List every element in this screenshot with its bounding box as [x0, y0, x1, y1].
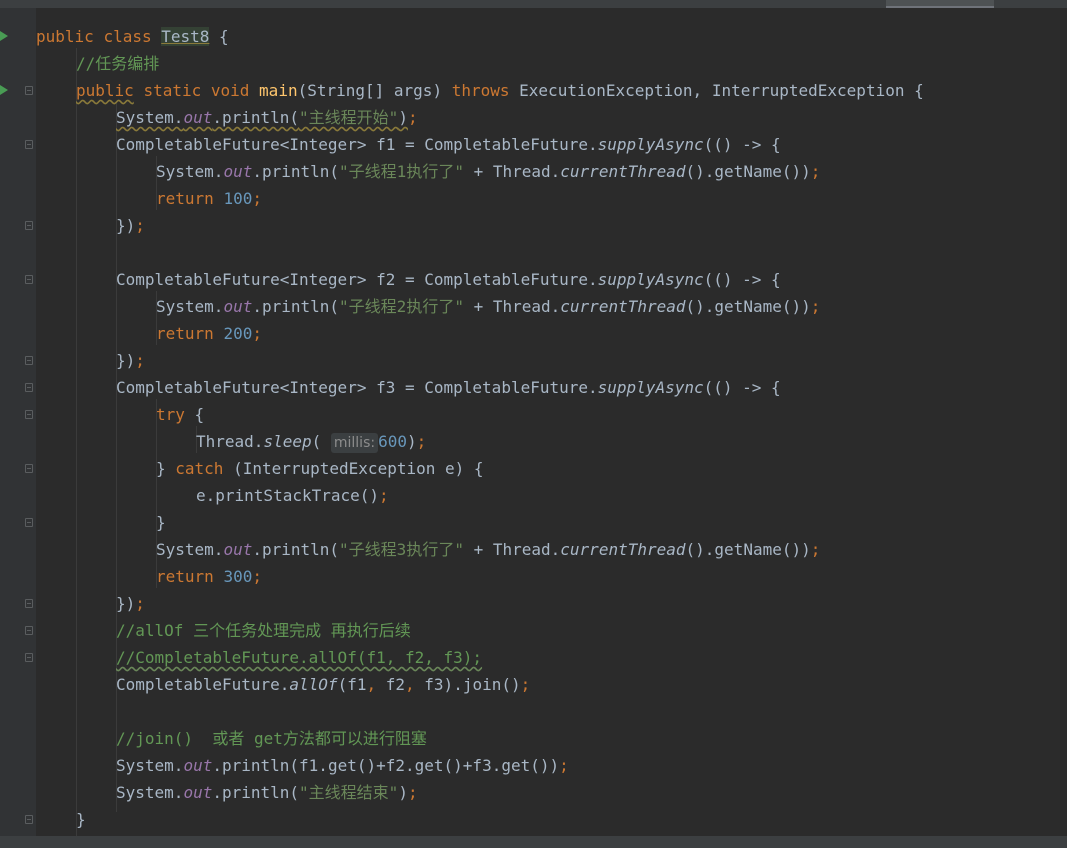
unfold-catch-icon[interactable]	[25, 518, 33, 527]
code-comment[interactable]: //CompletableFuture.allOf(f1, f2, f3);	[116, 644, 482, 671]
fold-try-icon[interactable]	[25, 410, 33, 419]
code-comment[interactable]: //allOf 三个任务处理完成 再执行后续	[116, 617, 411, 644]
code-line[interactable]: e.printStackTrace();	[196, 482, 389, 509]
code-line[interactable]: CompletableFuture<Integer> f1 = Completa…	[116, 131, 781, 158]
class-name: Test8	[161, 27, 210, 46]
run-main-icon[interactable]	[0, 85, 8, 95]
code-line[interactable]: CompletableFuture.allOf(f1, f2, f3).join…	[116, 671, 530, 698]
keyword: throws	[451, 81, 510, 100]
code-line[interactable]: Thread.sleep( millis: 600);	[196, 428, 426, 455]
bottom-scroll-bar[interactable]	[0, 836, 1067, 848]
code-line[interactable]: }	[156, 509, 166, 536]
fold-main-icon[interactable]	[25, 86, 33, 95]
keyword: static	[143, 81, 202, 100]
code-line[interactable]: CompletableFuture<Integer> f3 = Completa…	[116, 374, 781, 401]
keyword: public	[76, 81, 134, 100]
parameter-hint: millis:	[330, 433, 379, 453]
string-literal: "子线程1执行了"	[339, 162, 464, 181]
code-line[interactable]: return 300;	[156, 563, 262, 590]
code-line[interactable]: return 100;	[156, 185, 262, 212]
code-line[interactable]: try {	[156, 401, 204, 428]
editor-tab-bar[interactable]	[0, 0, 1067, 8]
run-class-icon[interactable]	[0, 31, 8, 41]
unfold-lambda-f2-icon[interactable]	[25, 356, 33, 365]
active-editor-tab[interactable]	[886, 0, 994, 8]
code-line[interactable]: System.out.println("主线程开始");	[116, 104, 418, 131]
code-line[interactable]: });	[116, 212, 145, 239]
number-literal: 600	[378, 432, 407, 451]
fold-lambda-f2-icon[interactable]	[25, 275, 33, 284]
editor-gutter	[0, 8, 36, 836]
keyword: public	[36, 27, 94, 46]
number-literal: 200	[223, 324, 253, 343]
code-line[interactable]: System.out.println("主线程结束");	[116, 779, 418, 806]
keyword: void	[210, 81, 250, 100]
code-comment[interactable]: //任务编排	[76, 50, 159, 77]
code-line[interactable]: } catch (InterruptedException e) {	[156, 455, 484, 482]
keyword: class	[103, 27, 152, 46]
indent-guide	[116, 102, 117, 812]
code-line[interactable]: CompletableFuture<Integer> f2 = Completa…	[116, 266, 781, 293]
code-line[interactable]: });	[116, 347, 145, 374]
code-line[interactable]: public static void main(String[] args) t…	[76, 77, 924, 104]
method-params: (String[] args)	[297, 81, 443, 100]
unfold-lambda-f1-icon[interactable]	[25, 221, 33, 230]
unfold-lambda-f3-icon[interactable]	[25, 599, 33, 608]
unfold-comment-icon[interactable]	[25, 653, 33, 662]
fold-catch-icon[interactable]	[25, 464, 33, 473]
fold-lambda-f1-icon[interactable]	[25, 140, 33, 149]
fold-comment-icon[interactable]	[25, 626, 33, 635]
number-literal: 300	[223, 567, 253, 586]
code-line[interactable]: }	[76, 806, 86, 833]
code-line[interactable]: return 200;	[156, 320, 262, 347]
indent-guide	[76, 48, 77, 836]
code-line[interactable]: System.out.println("子线程3执行了" + Thread.cu…	[156, 536, 820, 563]
code-editor[interactable]: public class Test8 { //任务编排 public stati…	[36, 8, 1067, 836]
code-line[interactable]: });	[116, 590, 145, 617]
number-literal: 100	[223, 189, 253, 208]
code-line[interactable]: public class Test8 {	[36, 23, 229, 50]
code-line[interactable]: System.out.println(f1.get()+f2.get()+f3.…	[116, 752, 569, 779]
unfold-main-icon[interactable]	[25, 815, 33, 824]
string-literal: "主线程开始"	[299, 108, 399, 127]
exception-list: ExecutionException, InterruptedException…	[519, 81, 924, 100]
method-name: main	[259, 81, 298, 100]
code-line[interactable]: System.out.println("子线程1执行了" + Thread.cu…	[156, 158, 820, 185]
string-literal: "子线程2执行了"	[339, 297, 464, 316]
code-line[interactable]: System.out.println("子线程2执行了" + Thread.cu…	[156, 293, 820, 320]
string-literal: "主线程结束"	[299, 783, 399, 802]
string-literal: "子线程3执行了"	[339, 540, 464, 559]
code-comment[interactable]: //join() 或者 get方法都可以进行阻塞	[116, 725, 427, 752]
fold-lambda-f3-icon[interactable]	[25, 383, 33, 392]
